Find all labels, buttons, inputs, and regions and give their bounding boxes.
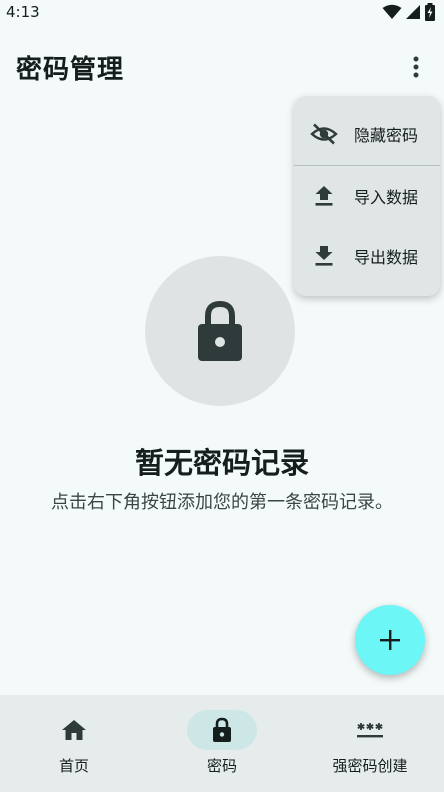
menu-item-export-data[interactable]: 导出数据 — [294, 226, 440, 286]
menu-item-label: 隐藏密码 — [354, 126, 419, 145]
page-title: 密码管理 — [16, 54, 125, 85]
menu-item-label: 导出数据 — [354, 248, 419, 267]
more-options-button[interactable] — [404, 51, 428, 83]
empty-state-title: 暂无密码记录 — [134, 446, 309, 480]
menu-item-import-data[interactable]: 导入数据 — [294, 166, 440, 226]
status-time: 4:13 — [6, 3, 40, 21]
upload-icon — [310, 182, 338, 210]
nav-indicator — [39, 710, 109, 750]
add-password-button[interactable] — [355, 605, 425, 675]
empty-state-description: 点击右下角按钮添加您的第一条密码记录。 — [51, 492, 393, 513]
nav-label: 强密码创建 — [332, 757, 408, 775]
status-icons — [382, 3, 436, 21]
nav-indicator — [335, 710, 405, 750]
more-vert-icon — [413, 56, 419, 78]
visibility-off-icon — [310, 120, 338, 148]
bottom-navigation: 首页 密码 强密码创建 — [0, 695, 444, 792]
battery-icon — [425, 3, 435, 21]
lock-icon — [198, 300, 242, 361]
app-bar: 密码管理 — [0, 40, 444, 94]
nav-indicator-active — [187, 710, 257, 750]
lock-icon — [213, 717, 231, 742]
menu-item-label: 导入数据 — [354, 188, 419, 207]
download-icon — [310, 242, 338, 270]
nav-item-strong-password[interactable]: 强密码创建 — [296, 695, 444, 792]
nav-item-passwords[interactable]: 密码 — [148, 695, 296, 792]
empty-state-illustration — [145, 256, 295, 406]
nav-item-home[interactable]: 首页 — [0, 695, 148, 792]
overflow-menu: 隐藏密码 导入数据 导出数据 — [294, 96, 440, 296]
nav-label: 密码 — [206, 757, 237, 775]
wifi-icon — [382, 4, 402, 19]
status-bar: 4:13 — [0, 0, 444, 24]
password-icon — [357, 723, 383, 738]
signal-icon — [406, 5, 420, 19]
home-icon — [62, 720, 86, 740]
add-icon — [380, 630, 400, 650]
menu-item-hide-passwords[interactable]: 隐藏密码 — [294, 104, 440, 164]
nav-label: 首页 — [58, 757, 89, 775]
